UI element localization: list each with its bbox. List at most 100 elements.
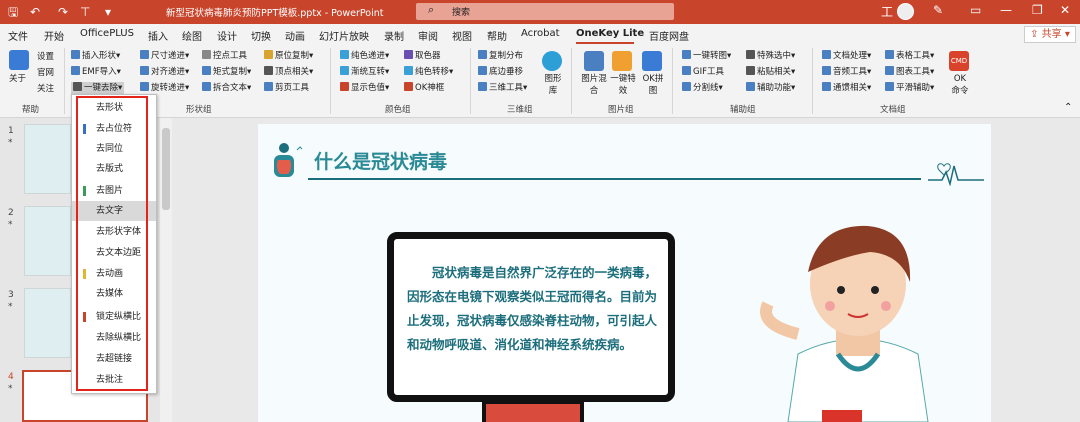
insert-shape-button[interactable]: 插入形状▾ bbox=[71, 50, 120, 62]
align-step-button[interactable]: 对齐递进▾ bbox=[140, 66, 189, 78]
ok-command-label: OK命令 bbox=[951, 74, 969, 96]
tab-officeplus[interactable]: OfficePLUS bbox=[80, 28, 134, 39]
one-click-effect-icon[interactable] bbox=[612, 51, 632, 71]
handle-tool-button[interactable]: 控点工具 bbox=[202, 50, 247, 62]
gradient-swap-button[interactable]: 渐统互转▾ bbox=[340, 66, 389, 78]
one-click-effect-label: 一键特效 bbox=[610, 74, 636, 96]
ok-puzzle-icon[interactable] bbox=[642, 51, 662, 71]
tab-design[interactable]: 设计 bbox=[217, 28, 237, 43]
about-button[interactable]: 关于 bbox=[9, 73, 26, 85]
divider-line-button[interactable]: 分割线▾ bbox=[682, 82, 723, 94]
slide-body-text[interactable]: 冠状病毒是自然界广泛存在的一类病毒，因形态在电镜下观察类似王冠而得名。目前为止发… bbox=[407, 261, 657, 357]
highlight-outline bbox=[76, 96, 148, 391]
image-blend-icon[interactable] bbox=[584, 51, 604, 71]
solid-transfer-button[interactable]: 纯色转移▾ bbox=[404, 66, 453, 78]
tab-animations[interactable]: 动画 bbox=[285, 28, 305, 43]
tab-view[interactable]: 视图 bbox=[452, 28, 472, 43]
one-click-to-image-button[interactable]: 一键转图▾ bbox=[682, 50, 731, 62]
ok-puzzle-label: OK拼图 bbox=[642, 74, 664, 96]
board-stand bbox=[482, 400, 584, 422]
ribbon-display-icon[interactable]: ▭ bbox=[970, 3, 981, 17]
slide-thumbnail-2[interactable] bbox=[24, 206, 71, 276]
tab-draw[interactable]: 绘图 bbox=[182, 28, 202, 43]
search-placeholder: 搜索 bbox=[452, 8, 471, 18]
slide-star: * bbox=[8, 220, 13, 230]
collapse-ribbon-icon[interactable]: ⌃ bbox=[1064, 102, 1072, 114]
size-step-button[interactable]: 尺寸递进▾ bbox=[140, 50, 189, 62]
tab-file[interactable]: 文件 bbox=[8, 28, 28, 43]
document-title: 新型冠状病毒肺炎预防PPT模板.pptx - PowerPoint bbox=[166, 8, 384, 19]
tab-review[interactable]: 审阅 bbox=[418, 28, 438, 43]
slide-canvas[interactable]: 什么是冠状病毒 冠状病毒是自然界广泛存在的一类病毒，因形态在电镜下观察类似王冠而… bbox=[258, 124, 991, 422]
settings-button[interactable]: 设置 bbox=[37, 51, 54, 63]
slide-thumbnail-1[interactable] bbox=[24, 124, 71, 194]
assist-function-button[interactable]: 辅助功能▾ bbox=[746, 82, 795, 94]
slide-number: 1 bbox=[8, 126, 14, 136]
feedback-related-button[interactable]: 通馈相关▾ bbox=[822, 82, 871, 94]
tab-transitions[interactable]: 切换 bbox=[251, 28, 271, 43]
cmd-icon[interactable]: CMD bbox=[949, 51, 969, 71]
tab-onekey-lite[interactable]: OneKey Lite bbox=[576, 28, 644, 39]
copy-distribute-button[interactable]: 复制分布 bbox=[478, 50, 523, 62]
emf-import-button[interactable]: EMF导入▾ bbox=[71, 66, 121, 78]
paste-related-button[interactable]: 粘贴相关▾ bbox=[746, 66, 795, 78]
tab-baidu[interactable]: 百度网盘 bbox=[649, 28, 689, 43]
thumbnails-scrollbar[interactable] bbox=[160, 118, 172, 422]
share-button[interactable]: ⇪ 共享 ▾ bbox=[1024, 26, 1076, 43]
restore-icon[interactable]: ❐ bbox=[1032, 3, 1043, 17]
group-divider bbox=[330, 48, 331, 114]
close-icon[interactable]: ✕ bbox=[1060, 3, 1070, 17]
slide-star: * bbox=[8, 384, 13, 394]
cut-page-tool-button[interactable]: 剪页工具 bbox=[264, 82, 309, 94]
doc-group-label: 文档组 bbox=[880, 105, 906, 115]
special-select-button[interactable]: 特殊选中▾ bbox=[746, 50, 795, 62]
tab-insert[interactable]: 插入 bbox=[148, 28, 168, 43]
show-color-value-button[interactable]: 显示色值▾ bbox=[340, 82, 389, 94]
slide-star: * bbox=[8, 302, 13, 312]
avatar[interactable] bbox=[897, 3, 914, 20]
follow-button[interactable]: 关注 bbox=[37, 83, 54, 95]
slide-title[interactable]: 什么是冠状病毒 bbox=[314, 147, 447, 174]
document-process-button[interactable]: 文档处理▾ bbox=[822, 50, 871, 62]
chart-tool-button[interactable]: 图表工具▾ bbox=[885, 66, 934, 78]
rotate-step-button[interactable]: 旋转递进▾ bbox=[140, 82, 189, 94]
shape-group-label: 形状组 bbox=[186, 105, 212, 115]
pin-icon[interactable]: ⊤ bbox=[80, 4, 90, 20]
smooth-assist-button[interactable]: 平滑辅助▾ bbox=[885, 82, 934, 94]
matrix-copy-button[interactable]: 矩式复制▾ bbox=[202, 66, 251, 78]
split-merge-text-button[interactable]: 拆合文本▾ bbox=[202, 82, 251, 94]
tab-home[interactable]: 开始 bbox=[44, 28, 64, 43]
search-box[interactable]: ⌕ 搜索 bbox=[416, 3, 674, 20]
scrollbar-thumb[interactable] bbox=[162, 128, 170, 210]
menu-bar: 文件 开始 OfficePLUS 插入 绘图 设计 切换 动画 幻灯片放映 录制… bbox=[0, 24, 1080, 44]
gif-tool-button[interactable]: GIF工具 bbox=[682, 66, 724, 78]
slide-number: 2 bbox=[8, 208, 14, 218]
save-icon[interactable]: 🖫 bbox=[8, 4, 18, 20]
tab-record[interactable]: 录制 bbox=[384, 28, 404, 43]
slide-number: 4 bbox=[8, 372, 14, 382]
one-click-remove-button[interactable]: 一键去除▾ bbox=[71, 82, 125, 94]
undo-icon[interactable]: ↶ bbox=[30, 4, 40, 20]
slide-thumbnail-3[interactable] bbox=[24, 288, 71, 358]
redo-icon[interactable]: ↷ bbox=[58, 4, 68, 20]
shape-library-icon[interactable] bbox=[542, 51, 562, 71]
lungs-icon bbox=[274, 143, 303, 177]
customize-icon[interactable]: ▾ bbox=[105, 4, 111, 20]
audio-tool-button[interactable]: 音频工具▾ bbox=[822, 66, 871, 78]
in-place-copy-button[interactable]: 原位复制▾ bbox=[264, 50, 313, 62]
group-divider bbox=[571, 48, 572, 114]
table-tool-button[interactable]: 表格工具▾ bbox=[885, 50, 934, 62]
minimize-icon[interactable]: — bbox=[1000, 3, 1012, 17]
solid-step-button[interactable]: 纯色递进▾ bbox=[340, 50, 389, 62]
color-picker-button[interactable]: 取色器 bbox=[404, 50, 441, 62]
ok-frame-button[interactable]: OK神框 bbox=[404, 82, 444, 94]
bottom-shift-button[interactable]: 底边垂移 bbox=[478, 66, 523, 78]
tab-slideshow[interactable]: 幻灯片放映 bbox=[319, 28, 369, 43]
3d-tool-button[interactable]: 三维工具▾ bbox=[478, 82, 527, 94]
tab-help[interactable]: 帮助 bbox=[487, 28, 507, 43]
tab-acrobat[interactable]: Acrobat bbox=[521, 28, 560, 39]
slide-star: * bbox=[8, 138, 13, 148]
official-site-button[interactable]: 官网 bbox=[37, 67, 54, 79]
vertex-related-button[interactable]: 顶点相关▾ bbox=[264, 66, 313, 78]
pen-icon[interactable]: ✎ bbox=[933, 3, 943, 17]
